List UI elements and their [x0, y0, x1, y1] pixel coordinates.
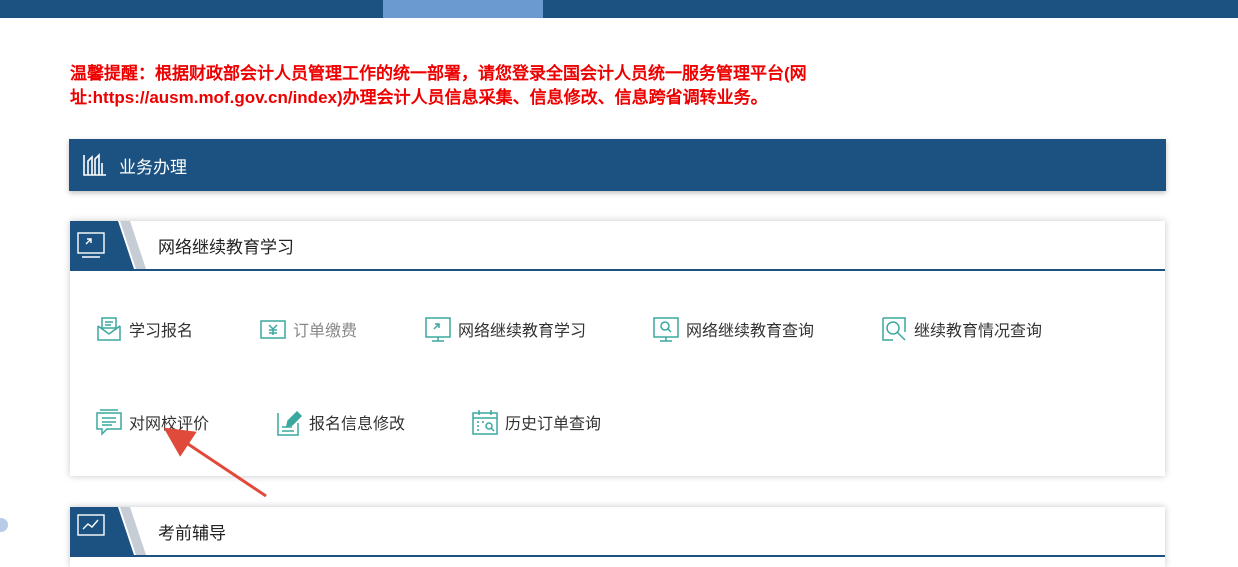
card-title: 网络继续教育学习 — [158, 238, 294, 258]
item-label: 学习报名 — [129, 321, 194, 340]
item-label: 网络继续教育学习 — [458, 321, 587, 340]
notice-line-2: 址:https://ausm.mof.gov.cn/index)办理会计人员信息… — [70, 88, 768, 107]
monitor-icon — [423, 314, 453, 344]
top-nav-active-tab[interactable] — [383, 0, 543, 18]
calendar-search-icon — [470, 407, 500, 437]
card-exam-tutoring: 考前辅导 — [70, 507, 1165, 567]
card-tab-badge — [70, 221, 146, 269]
card-header: 考前辅导 — [70, 507, 1165, 557]
envelope-icon — [94, 314, 124, 344]
study-registration-link[interactable]: 学习报名 — [94, 314, 193, 344]
order-payment-link[interactable]: 订单缴费 — [258, 314, 357, 344]
item-label: 报名信息修改 — [309, 414, 406, 433]
item-label: 对网校评价 — [129, 414, 210, 433]
notice-line-1: 温馨提醒：根据财政部会计人员管理工作的统一部署，请您登录全国会计人员统一服务管理… — [70, 64, 807, 83]
item-label: 继续教育情况查询 — [914, 321, 1043, 340]
continuing-education-status-link[interactable]: 继续教育情况查询 — [879, 314, 1042, 344]
item-label: 订单缴费 — [293, 321, 358, 340]
online-education-study-link[interactable]: 网络继续教育学习 — [423, 314, 586, 344]
section-title: 业务办理 — [119, 157, 187, 178]
edit-doc-icon — [274, 407, 304, 437]
online-education-query-link[interactable]: 网络继续教育查询 — [651, 314, 814, 344]
monitor-search-icon — [651, 314, 681, 344]
floating-assist-dot[interactable] — [0, 518, 8, 532]
chat-list-icon — [94, 407, 124, 437]
order-history-query-link[interactable]: 历史订单查询 — [470, 407, 601, 437]
card-header: 网络继续教育学习 — [70, 221, 1165, 271]
top-nav-bar — [0, 0, 1238, 18]
notice-banner: 温馨提醒：根据财政部会计人员管理工作的统一部署，请您登录全国会计人员统一服务管理… — [70, 62, 910, 110]
registration-info-edit-link[interactable]: 报名信息修改 — [274, 407, 405, 437]
school-evaluation-link[interactable]: 对网校评价 — [94, 407, 209, 437]
yen-icon — [258, 314, 288, 344]
card-tab-badge — [70, 507, 146, 555]
section-header-business: 业务办理 — [69, 139, 1166, 191]
item-label: 历史订单查询 — [505, 414, 602, 433]
card-online-education: 网络继续教育学习 学习报名 订单缴费 网络继续教育学习 网络继续教育查询 继续教… — [70, 221, 1165, 476]
magnifier-icon — [879, 314, 909, 344]
item-label: 网络继续教育查询 — [686, 321, 815, 340]
building-columns-icon — [81, 151, 109, 179]
